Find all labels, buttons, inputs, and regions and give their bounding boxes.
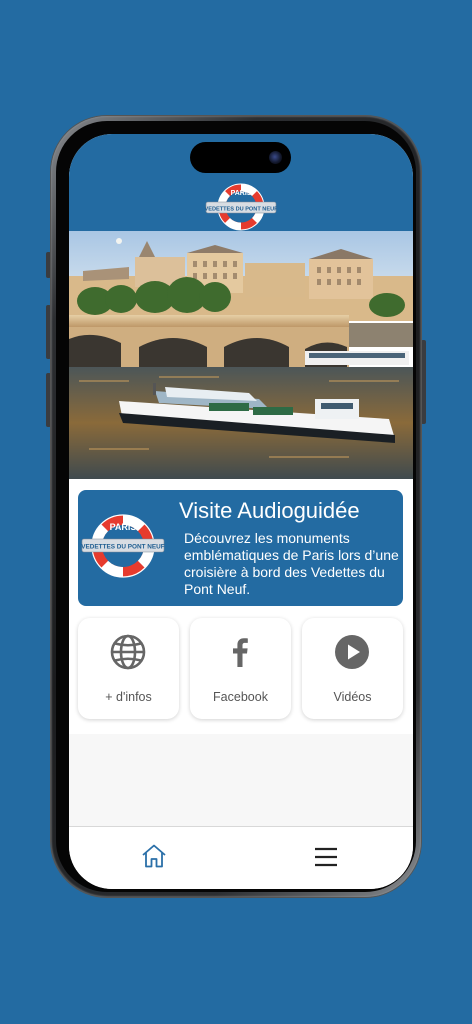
play-circle-icon xyxy=(334,634,370,670)
globe-icon xyxy=(110,634,146,670)
dynamic-island xyxy=(190,142,291,173)
card-title: Visite Audioguidée xyxy=(179,498,360,523)
card-description: Découvrez les monuments emblématiques de… xyxy=(184,530,399,597)
audioguide-card[interactable]: PARIS VEDETTES DU PONT NEUF Visite Audio… xyxy=(78,490,403,606)
card-logo-paris-text: PARIS xyxy=(110,522,137,532)
content-footer-area xyxy=(69,734,413,826)
videos-label: Vidéos xyxy=(333,690,372,704)
phone-screen: PARIS VEDETTES DU PONT NEUF PARIS VEDETT… xyxy=(69,134,413,889)
home-icon[interactable] xyxy=(141,843,167,869)
phone-power-button xyxy=(421,340,426,424)
phone-bezel: PARIS VEDETTES DU PONT NEUF PARIS VEDETT… xyxy=(56,121,416,892)
facebook-label: Facebook xyxy=(213,690,268,704)
logo-band-text: VEDETTES DU PONT NEUF xyxy=(205,206,277,212)
more-info-button[interactable]: + d'infos xyxy=(78,618,179,719)
facebook-icon xyxy=(222,634,258,670)
card-logo-band-text: VEDETTES DU PONT NEUF xyxy=(81,544,165,551)
background: PARIS VEDETTES DU PONT NEUF PARIS VEDETT… xyxy=(0,0,472,1024)
facebook-button[interactable]: Facebook xyxy=(190,618,291,719)
card-brand-logo: PARIS VEDETTES DU PONT NEUF xyxy=(81,504,165,588)
logo-paris-text: PARIS xyxy=(231,190,252,197)
hero-image xyxy=(69,231,413,479)
videos-button[interactable]: Vidéos xyxy=(302,618,403,719)
bottom-tab-bar xyxy=(69,826,413,889)
phone-frame: PARIS VEDETTES DU PONT NEUF PARIS VEDETT… xyxy=(51,116,421,897)
app-header: PARIS VEDETTES DU PONT NEUF xyxy=(69,134,413,231)
more-info-label: + d'infos xyxy=(105,690,152,704)
front-camera xyxy=(269,151,282,164)
menu-icon[interactable] xyxy=(314,847,338,867)
brand-logo[interactable]: PARIS VEDETTES DU PONT NEUF xyxy=(204,182,278,232)
